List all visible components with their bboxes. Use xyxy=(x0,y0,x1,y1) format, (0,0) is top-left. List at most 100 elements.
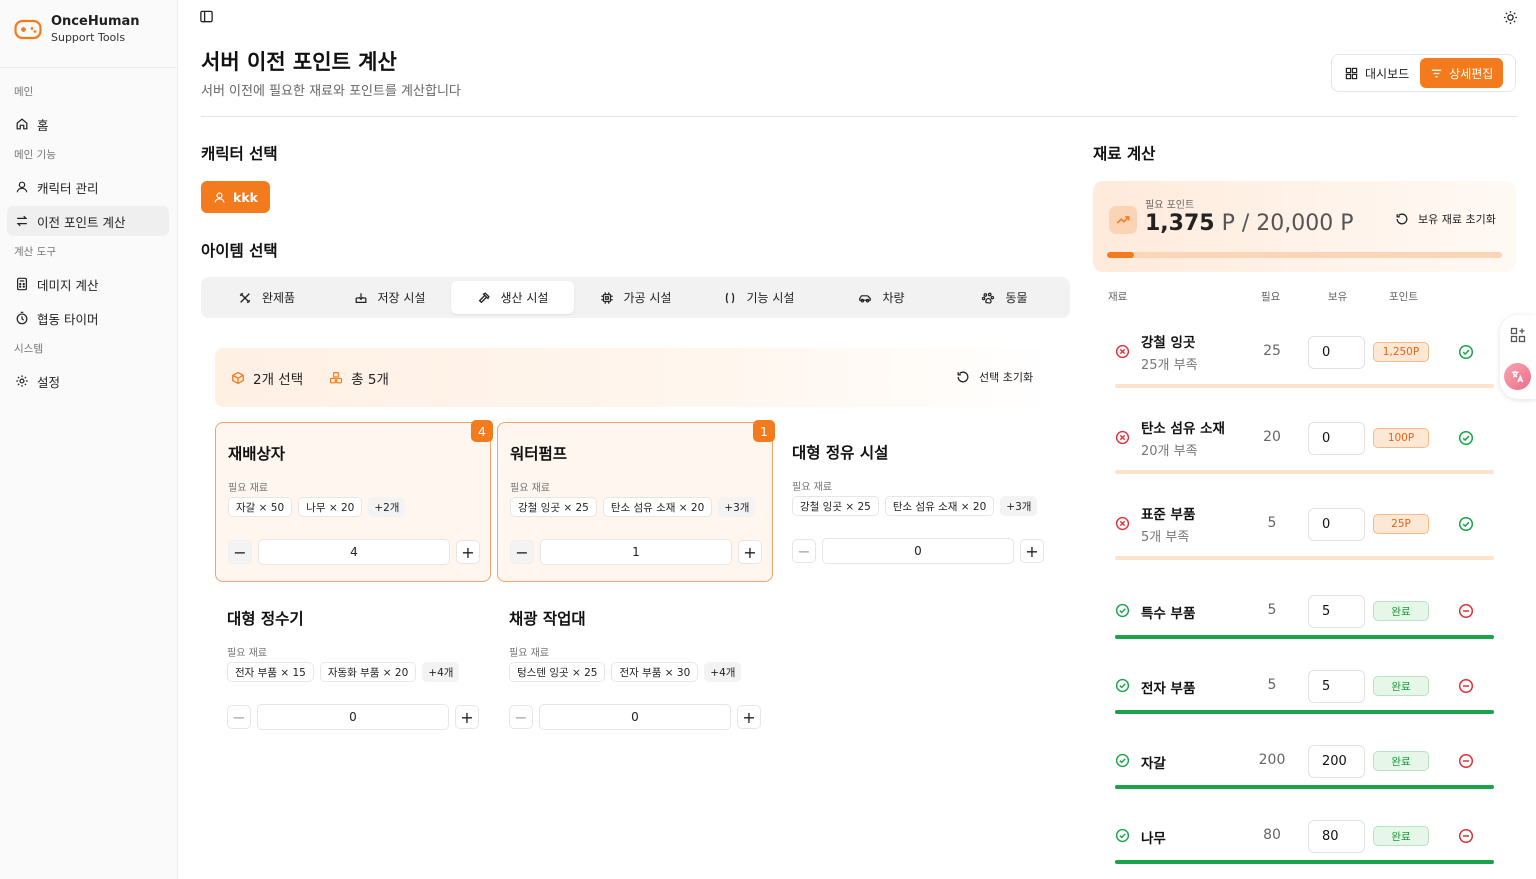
apps-add-icon[interactable] xyxy=(1510,327,1526,343)
material-have-input[interactable]: 0 xyxy=(1308,422,1365,455)
tab-storage[interactable]: 저장 시설 xyxy=(328,281,451,314)
sidebar-item-home[interactable]: 홈 xyxy=(7,109,169,139)
item-card[interactable]: 1 워터펌프 필요 재료 강철 잉곳 × 25 탄소 섬유 소재 × 20 +3개 −1 + xyxy=(497,420,775,582)
points-max: 20,000 xyxy=(1256,211,1334,236)
user-icon xyxy=(214,191,225,203)
minus-circle-icon[interactable] xyxy=(1458,603,1474,619)
theme-toggle-sun-icon[interactable] xyxy=(1503,10,1518,25)
tab-vehicles[interactable]: 차량 xyxy=(820,281,943,314)
increment-button[interactable]: + xyxy=(1020,539,1044,563)
material-chip-list: 텅스텐 잉곳 × 25 전자 부품 × 30 +4개 xyxy=(509,662,742,682)
item-card[interactable]: 대형 정수기 필요 재료 전자 부품 × 15 자동화 부품 × 20 +4개 −0 + xyxy=(215,588,491,748)
quantity-stepper: −1 + xyxy=(510,539,762,565)
tab-animals[interactable]: 동물 xyxy=(943,281,1066,314)
material-have-input[interactable]: 0 xyxy=(1308,508,1365,541)
material-have-input[interactable]: 80 xyxy=(1308,820,1365,853)
tab-finished-goods[interactable]: 완제품 xyxy=(205,281,328,314)
increment-button[interactable]: + xyxy=(738,540,762,564)
increment-button[interactable]: + xyxy=(737,705,761,729)
check-circle-icon[interactable] xyxy=(1458,344,1474,360)
material-have-input[interactable]: 0 xyxy=(1308,336,1365,369)
sidebar-item-characters[interactable]: 캐릭터 관리 xyxy=(7,172,169,202)
points-separator: P / xyxy=(1214,211,1257,236)
quantity-input[interactable]: 0 xyxy=(539,704,731,730)
sidebar-item-label: 캐릭터 관리 xyxy=(37,180,99,196)
dashboard-button[interactable]: 대시보드 xyxy=(1336,58,1418,88)
reset-selection-button[interactable]: 선택 초기화 xyxy=(956,369,1033,385)
material-chip-list: 자갈 × 50 나무 × 20 +2개 xyxy=(228,497,406,517)
check-circle-icon xyxy=(1115,678,1130,693)
decrement-button[interactable]: − xyxy=(227,705,251,729)
sidebar-item-transfer-points[interactable]: 이전 포인트 계산 xyxy=(7,206,169,236)
check-circle-icon[interactable] xyxy=(1458,430,1474,446)
more-materials-chip[interactable]: +3개 xyxy=(718,497,756,517)
sidebar: OnceHuman Support Tools 메인 홈 메인 기능 캐릭터 관… xyxy=(0,0,178,879)
character-chip-label: kkk xyxy=(233,189,258,205)
more-materials-chip[interactable]: +2개 xyxy=(368,497,406,517)
sidebar-item-settings[interactable]: 설정 xyxy=(7,366,169,396)
translate-assistant-button[interactable] xyxy=(1504,363,1531,390)
material-chip-list: 전자 부품 × 15 자동화 부품 × 20 +4개 xyxy=(227,662,460,682)
minus-circle-icon[interactable] xyxy=(1458,828,1474,844)
col-header-need: 필요 xyxy=(1261,291,1281,303)
tab-production[interactable]: 생산 시설 xyxy=(451,281,574,314)
material-chip: 전자 부품 × 30 xyxy=(611,662,699,682)
quantity-input[interactable]: 0 xyxy=(257,704,449,730)
sidebar-item-label: 데미지 계산 xyxy=(37,277,99,293)
tab-processing[interactable]: 가공 시설 xyxy=(574,281,697,314)
decrement-button[interactable]: − xyxy=(509,705,533,729)
quantity-input[interactable]: 1 xyxy=(540,539,732,565)
material-chip: 나무 × 20 xyxy=(298,497,363,517)
material-have-input[interactable]: 5 xyxy=(1308,670,1365,703)
item-card[interactable]: 대형 정유 시설 필요 재료 강철 잉곳 × 25 탄소 섬유 소재 × 20 +3개 −… xyxy=(780,422,1056,582)
material-progress-line xyxy=(1115,785,1494,789)
sidebar-group-tools: 계산 도구 xyxy=(14,246,56,258)
more-materials-chip[interactable]: +3개 xyxy=(1000,496,1038,516)
material-chip: 전자 부품 × 15 xyxy=(227,662,314,682)
tab-label: 차량 xyxy=(882,291,905,305)
increment-button[interactable]: + xyxy=(456,540,480,564)
material-have-input[interactable]: 200 xyxy=(1308,745,1365,778)
material-points-badge: 완료 xyxy=(1373,826,1429,846)
character-chip[interactable]: kkk xyxy=(201,181,270,213)
tab-functional[interactable]: 기능 시설 xyxy=(697,281,820,314)
minus-circle-icon[interactable] xyxy=(1458,753,1474,769)
material-name: 강철 잉곳 xyxy=(1141,335,1196,351)
quantity-stepper: −0 + xyxy=(792,538,1044,564)
detail-edit-button[interactable]: 상세편집 xyxy=(1420,58,1504,88)
minus-circle-icon[interactable] xyxy=(1458,678,1474,694)
material-shortage: 20개 부족 xyxy=(1141,444,1198,459)
material-have-input[interactable]: 5 xyxy=(1308,595,1365,628)
trend-badge xyxy=(1109,206,1137,234)
brand-name: OnceHuman xyxy=(51,14,140,29)
material-progress-line xyxy=(1115,860,1494,864)
brand[interactable]: OnceHuman Support Tools xyxy=(14,14,140,45)
decrement-button[interactable]: − xyxy=(510,540,534,564)
sidebar-item-damage-calc[interactable]: 데미지 계산 xyxy=(7,269,169,299)
sidebar-item-coop-timer[interactable]: 협동 타이머 xyxy=(7,303,169,333)
calculator-icon xyxy=(17,277,27,291)
material-chip: 강철 잉곳 × 25 xyxy=(792,496,879,516)
item-card[interactable]: 채광 작업대 필요 재료 텅스텐 잉곳 × 25 전자 부품 × 30 +4개 −0 + xyxy=(497,588,773,748)
material-need: 200 xyxy=(1258,752,1286,768)
decrement-button[interactable]: − xyxy=(792,539,816,563)
sidebar-item-label: 설정 xyxy=(37,374,61,390)
reset-selection-label: 선택 초기화 xyxy=(979,371,1034,384)
increment-button[interactable]: + xyxy=(455,705,479,729)
material-progress-line xyxy=(1115,470,1494,474)
quantity-input[interactable]: 4 xyxy=(258,539,450,565)
material-chip: 탄소 섬유 소재 × 20 xyxy=(884,496,995,516)
selected-count-text: 2개 선택 xyxy=(253,371,304,388)
item-card[interactable]: 4 재배상자 필요 재료 자갈 × 50 나무 × 20 +2개 −4 + xyxy=(215,420,493,582)
reset-owned-materials-button[interactable]: 보유 재료 초기화 xyxy=(1395,211,1496,227)
more-materials-chip[interactable]: +4개 xyxy=(704,662,742,682)
gamepad-icon xyxy=(14,19,42,39)
points-value: 1,375 P / 20,000 P xyxy=(1145,211,1354,236)
check-circle-icon[interactable] xyxy=(1458,516,1474,532)
sidebar-toggle-icon[interactable] xyxy=(199,9,214,24)
material-points-badge: 완료 xyxy=(1373,751,1429,771)
quantity-input[interactable]: 0 xyxy=(822,538,1014,564)
user-icon xyxy=(16,181,28,193)
more-materials-chip[interactable]: +4개 xyxy=(422,662,460,682)
decrement-button[interactable]: − xyxy=(228,540,252,564)
